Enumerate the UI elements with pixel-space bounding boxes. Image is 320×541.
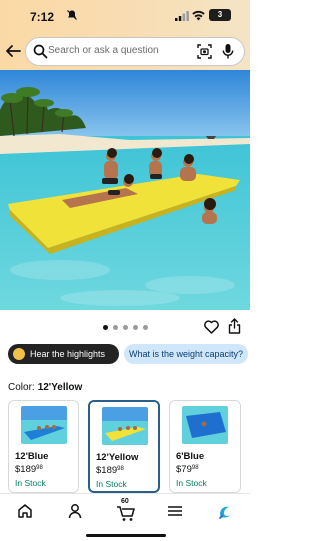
carousel-dot[interactable] bbox=[103, 325, 108, 330]
home-indicator bbox=[86, 534, 166, 537]
carousel-dot[interactable] bbox=[113, 325, 118, 330]
rufus-icon[interactable] bbox=[216, 502, 234, 520]
microphone-icon[interactable] bbox=[221, 43, 235, 60]
variant-price: $18998 bbox=[96, 465, 124, 476]
status-time: 7:12 bbox=[30, 10, 55, 24]
battery-icon: 3 bbox=[209, 9, 231, 21]
floating-mat-photo bbox=[0, 70, 250, 310]
color-label: Color: bbox=[8, 382, 35, 393]
search-bar[interactable]: Search or ask a question bbox=[26, 38, 244, 65]
price-cents: 98 bbox=[36, 465, 43, 471]
variant-price: $7998 bbox=[176, 464, 199, 475]
search-placeholder[interactable]: Search or ask a question bbox=[48, 45, 159, 56]
variant-name: 12'Yellow bbox=[96, 452, 139, 463]
variant-name: 6'Blue bbox=[176, 451, 205, 462]
camera-scan-icon[interactable] bbox=[196, 43, 213, 60]
signal-icon bbox=[175, 11, 189, 21]
price-dollars: $79 bbox=[176, 464, 192, 475]
menu-icon[interactable] bbox=[166, 502, 184, 520]
heart-icon[interactable] bbox=[204, 320, 219, 334]
variant-list: 12'Blue $18998 In Stock 12'Yellow $18998… bbox=[8, 400, 250, 493]
status-bar: 7:12 3 bbox=[0, 0, 250, 32]
question-chip-button[interactable]: What is the weight capacity? bbox=[124, 344, 248, 364]
home-icon[interactable] bbox=[16, 502, 34, 520]
variant-name: 12'Blue bbox=[15, 451, 49, 462]
carousel-dot[interactable] bbox=[143, 325, 148, 330]
share-icon[interactable] bbox=[228, 318, 241, 334]
variant-thumbnail bbox=[182, 406, 228, 444]
hear-highlights-label: Hear the highlights 1:34 bbox=[30, 349, 106, 379]
account-icon[interactable] bbox=[66, 502, 84, 520]
variant-card-12-blue[interactable]: 12'Blue $18998 In Stock bbox=[8, 400, 79, 493]
color-value: 12'Yellow bbox=[37, 382, 83, 393]
back-arrow-icon[interactable] bbox=[4, 42, 22, 60]
variant-stock: In Stock bbox=[15, 478, 46, 488]
price-cents: 98 bbox=[191, 465, 199, 471]
search-icon bbox=[33, 44, 48, 59]
variant-stock: In Stock bbox=[96, 479, 127, 489]
wifi-icon bbox=[192, 10, 205, 21]
bell-slash-icon bbox=[67, 10, 77, 20]
price-dollars: $189 bbox=[15, 464, 37, 475]
variant-card-12-yellow[interactable]: 12'Yellow $18998 In Stock bbox=[88, 400, 160, 493]
variant-card-6-blue[interactable]: 6'Blue $7998 In Stock bbox=[169, 400, 241, 493]
variant-thumbnail bbox=[21, 406, 67, 444]
variant-thumbnail bbox=[102, 407, 148, 445]
color-selector-label: Color: 12'Yellow bbox=[8, 382, 82, 393]
speaker-icon bbox=[13, 348, 25, 360]
price-cents: 98 bbox=[117, 466, 124, 472]
price-dollars: $189 bbox=[96, 465, 118, 476]
carousel-dot[interactable] bbox=[123, 325, 128, 330]
app-header: 7:12 3 Search or ask a question bbox=[0, 0, 250, 70]
variant-price: $18998 bbox=[15, 464, 43, 475]
product-image[interactable] bbox=[0, 70, 250, 310]
hear-highlights-button[interactable]: Hear the highlights 1:34 bbox=[8, 344, 119, 379]
cart-icon[interactable] bbox=[116, 504, 136, 522]
carousel-dot[interactable] bbox=[133, 325, 138, 330]
variant-stock: In Stock bbox=[176, 478, 207, 488]
